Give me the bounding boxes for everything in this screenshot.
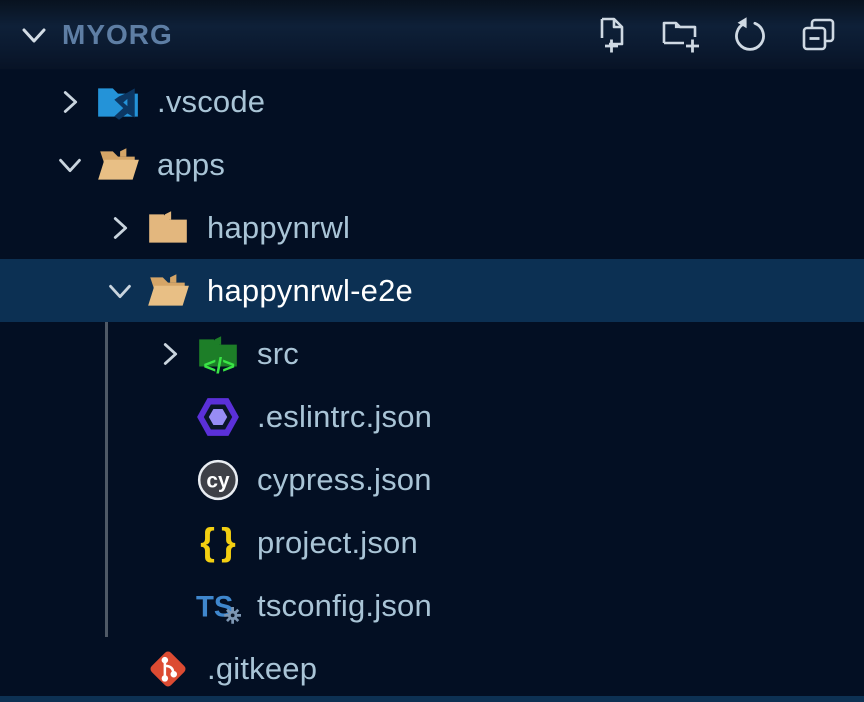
- tree-row-happynrwl-e2e[interactable]: happynrwl-e2e: [0, 259, 864, 322]
- chevron-down-icon[interactable]: [46, 141, 94, 189]
- refresh-button[interactable]: [729, 14, 771, 56]
- tree-row-label: .gitkeep: [207, 651, 317, 687]
- tree-row-project-json[interactable]: { } project.json: [0, 511, 864, 574]
- indent-guide: [105, 322, 108, 637]
- file-tree: .vscode apps: [0, 70, 864, 700]
- tree-row-vscode[interactable]: .vscode: [0, 70, 864, 133]
- tree-row-label: happynrwl-e2e: [207, 273, 413, 309]
- new-file-button[interactable]: [591, 14, 633, 56]
- new-folder-button[interactable]: [660, 14, 702, 56]
- chevron-down-icon[interactable]: [12, 13, 56, 57]
- src-folder-icon: </>: [194, 330, 242, 378]
- chevron-right-icon[interactable]: [96, 204, 144, 252]
- vscode-folder-icon: [94, 78, 142, 126]
- twisty-spacer: [146, 519, 194, 567]
- tree-row-label: .vscode: [157, 84, 265, 120]
- tree-row-apps[interactable]: apps: [0, 133, 864, 196]
- new-file-icon: [592, 15, 632, 55]
- cypress-icon: cy: [194, 456, 242, 504]
- typescript-config-icon: TS: [194, 582, 242, 630]
- chevron-right-icon[interactable]: [146, 330, 194, 378]
- tree-row-label: project.json: [257, 525, 418, 561]
- folder-closed-icon: [144, 204, 192, 252]
- eslint-icon: [194, 393, 242, 441]
- explorer-sidebar: MYORG: [0, 0, 864, 702]
- tree-row-src[interactable]: </> src: [0, 322, 864, 385]
- tree-row-label: tsconfig.json: [257, 588, 432, 624]
- chevron-down-icon[interactable]: [96, 267, 144, 315]
- twisty-spacer: [146, 393, 194, 441]
- twisty-spacer: [96, 645, 144, 693]
- folder-open-icon: [144, 267, 192, 315]
- tree-row-eslintrc-json[interactable]: .eslintrc.json: [0, 385, 864, 448]
- collapse-all-icon: [799, 15, 839, 55]
- new-folder-icon: [661, 15, 701, 55]
- twisty-spacer: [146, 456, 194, 504]
- twisty-spacer: [146, 582, 194, 630]
- section-title: MYORG: [62, 19, 173, 51]
- svg-text:}: }: [221, 520, 236, 562]
- svg-text:cy: cy: [206, 469, 230, 492]
- tree-row-label: happynrwl: [207, 210, 350, 246]
- json-icon: { }: [194, 519, 242, 567]
- svg-text:</>: </>: [203, 352, 235, 376]
- tree-row-tsconfig-json[interactable]: TS tsconfig.json: [0, 574, 864, 637]
- refresh-icon: [730, 15, 770, 55]
- tree-row-label: src: [257, 336, 299, 372]
- folder-open-icon: [94, 141, 142, 189]
- explorer-section-header[interactable]: MYORG: [0, 0, 864, 70]
- collapse-all-button[interactable]: [798, 14, 840, 56]
- tree-row-label: .eslintrc.json: [257, 399, 432, 435]
- header-actions: [591, 14, 840, 56]
- tree-row-cypress-json[interactable]: cy cypress.json: [0, 448, 864, 511]
- git-icon: [144, 645, 192, 693]
- tree-row-gitkeep[interactable]: .gitkeep: [0, 637, 864, 700]
- chevron-right-icon[interactable]: [46, 78, 94, 126]
- tree-row-label: apps: [157, 147, 225, 183]
- tree-row-label: cypress.json: [257, 462, 432, 498]
- svg-text:{: {: [200, 520, 215, 562]
- next-row-partial-highlight: [0, 696, 864, 702]
- tree-row-happynrwl[interactable]: happynrwl: [0, 196, 864, 259]
